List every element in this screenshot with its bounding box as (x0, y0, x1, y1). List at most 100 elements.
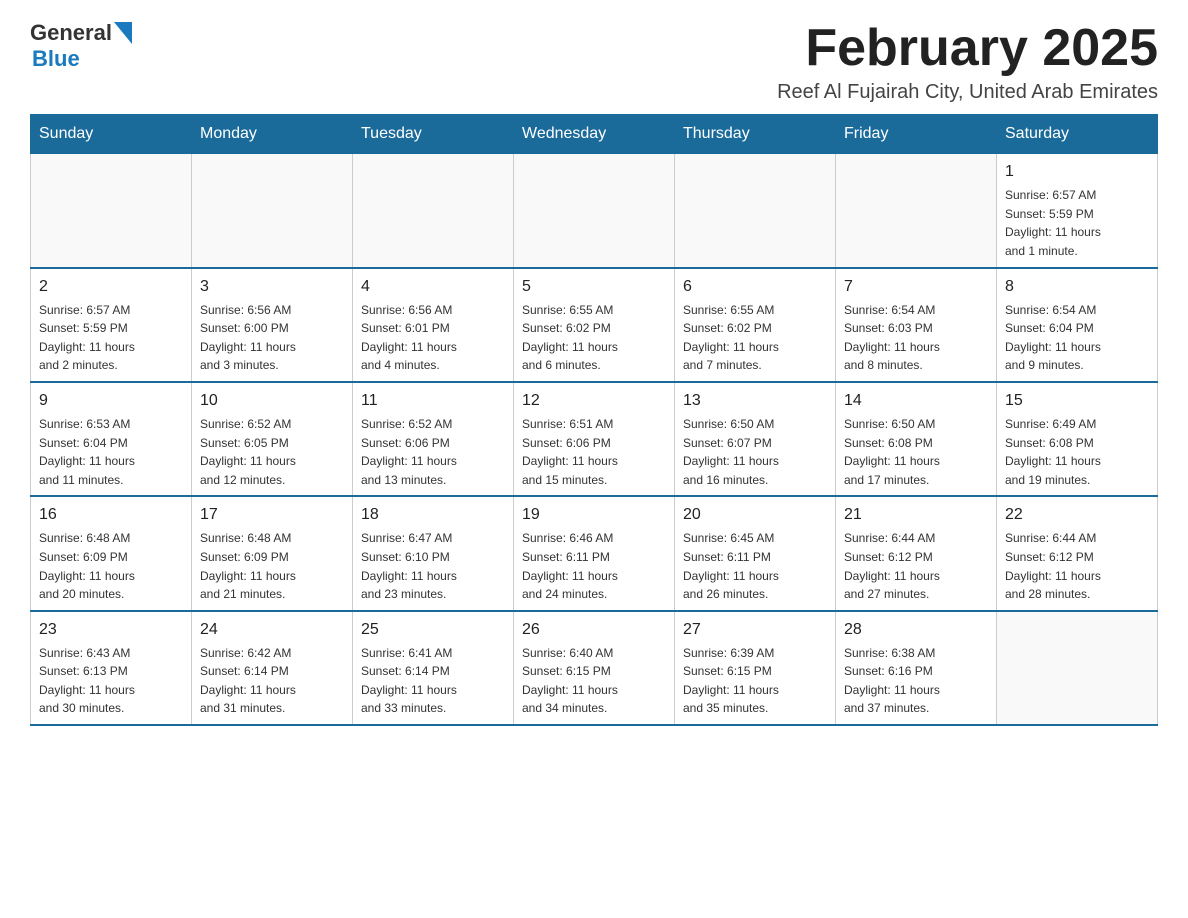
day-info: Sunrise: 6:57 AM Sunset: 5:59 PM Dayligh… (1005, 186, 1149, 260)
calendar-cell (514, 154, 675, 268)
calendar-cell: 13Sunrise: 6:50 AM Sunset: 6:07 PM Dayli… (675, 382, 836, 496)
calendar-cell: 4Sunrise: 6:56 AM Sunset: 6:01 PM Daylig… (353, 268, 514, 382)
calendar-cell: 15Sunrise: 6:49 AM Sunset: 6:08 PM Dayli… (997, 382, 1158, 496)
calendar-cell: 27Sunrise: 6:39 AM Sunset: 6:15 PM Dayli… (675, 611, 836, 725)
calendar-cell: 23Sunrise: 6:43 AM Sunset: 6:13 PM Dayli… (31, 611, 192, 725)
day-number: 21 (844, 503, 988, 527)
weekday-header-row: SundayMondayTuesdayWednesdayThursdayFrid… (31, 115, 1158, 154)
day-info: Sunrise: 6:51 AM Sunset: 6:06 PM Dayligh… (522, 415, 666, 489)
day-number: 15 (1005, 389, 1149, 413)
day-info: Sunrise: 6:43 AM Sunset: 6:13 PM Dayligh… (39, 644, 183, 718)
calendar-cell: 16Sunrise: 6:48 AM Sunset: 6:09 PM Dayli… (31, 496, 192, 610)
calendar-cell: 26Sunrise: 6:40 AM Sunset: 6:15 PM Dayli… (514, 611, 675, 725)
day-info: Sunrise: 6:55 AM Sunset: 6:02 PM Dayligh… (522, 301, 666, 375)
day-number: 14 (844, 389, 988, 413)
calendar-cell: 11Sunrise: 6:52 AM Sunset: 6:06 PM Dayli… (353, 382, 514, 496)
calendar-week-4: 16Sunrise: 6:48 AM Sunset: 6:09 PM Dayli… (31, 496, 1158, 610)
day-number: 7 (844, 275, 988, 299)
day-info: Sunrise: 6:54 AM Sunset: 6:03 PM Dayligh… (844, 301, 988, 375)
day-info: Sunrise: 6:49 AM Sunset: 6:08 PM Dayligh… (1005, 415, 1149, 489)
logo: General Blue (30, 20, 132, 72)
day-info: Sunrise: 6:54 AM Sunset: 6:04 PM Dayligh… (1005, 301, 1149, 375)
calendar-cell: 19Sunrise: 6:46 AM Sunset: 6:11 PM Dayli… (514, 496, 675, 610)
day-number: 2 (39, 275, 183, 299)
day-number: 17 (200, 503, 344, 527)
calendar-cell: 21Sunrise: 6:44 AM Sunset: 6:12 PM Dayli… (836, 496, 997, 610)
day-number: 18 (361, 503, 505, 527)
calendar-cell (192, 154, 353, 268)
calendar-week-1: 1Sunrise: 6:57 AM Sunset: 5:59 PM Daylig… (31, 154, 1158, 268)
calendar-cell: 22Sunrise: 6:44 AM Sunset: 6:12 PM Dayli… (997, 496, 1158, 610)
calendar-week-3: 9Sunrise: 6:53 AM Sunset: 6:04 PM Daylig… (31, 382, 1158, 496)
calendar-cell: 1Sunrise: 6:57 AM Sunset: 5:59 PM Daylig… (997, 154, 1158, 268)
day-number: 11 (361, 389, 505, 413)
calendar-cell (836, 154, 997, 268)
calendar-week-5: 23Sunrise: 6:43 AM Sunset: 6:13 PM Dayli… (31, 611, 1158, 725)
day-number: 24 (200, 618, 344, 642)
day-info: Sunrise: 6:48 AM Sunset: 6:09 PM Dayligh… (39, 529, 183, 603)
calendar-cell: 8Sunrise: 6:54 AM Sunset: 6:04 PM Daylig… (997, 268, 1158, 382)
day-number: 20 (683, 503, 827, 527)
day-info: Sunrise: 6:44 AM Sunset: 6:12 PM Dayligh… (844, 529, 988, 603)
calendar-cell: 3Sunrise: 6:56 AM Sunset: 6:00 PM Daylig… (192, 268, 353, 382)
day-info: Sunrise: 6:53 AM Sunset: 6:04 PM Dayligh… (39, 415, 183, 489)
calendar-cell: 14Sunrise: 6:50 AM Sunset: 6:08 PM Dayli… (836, 382, 997, 496)
calendar-table: SundayMondayTuesdayWednesdayThursdayFrid… (30, 114, 1158, 726)
day-number: 12 (522, 389, 666, 413)
page-title: February 2025 (777, 20, 1158, 77)
day-info: Sunrise: 6:47 AM Sunset: 6:10 PM Dayligh… (361, 529, 505, 603)
calendar-cell: 2Sunrise: 6:57 AM Sunset: 5:59 PM Daylig… (31, 268, 192, 382)
day-info: Sunrise: 6:40 AM Sunset: 6:15 PM Dayligh… (522, 644, 666, 718)
calendar-cell: 28Sunrise: 6:38 AM Sunset: 6:16 PM Dayli… (836, 611, 997, 725)
day-info: Sunrise: 6:57 AM Sunset: 5:59 PM Dayligh… (39, 301, 183, 375)
calendar-cell: 25Sunrise: 6:41 AM Sunset: 6:14 PM Dayli… (353, 611, 514, 725)
calendar-cell: 7Sunrise: 6:54 AM Sunset: 6:03 PM Daylig… (836, 268, 997, 382)
weekday-header-sunday: Sunday (31, 115, 192, 154)
day-info: Sunrise: 6:50 AM Sunset: 6:07 PM Dayligh… (683, 415, 827, 489)
day-info: Sunrise: 6:56 AM Sunset: 6:01 PM Dayligh… (361, 301, 505, 375)
day-number: 13 (683, 389, 827, 413)
calendar-week-2: 2Sunrise: 6:57 AM Sunset: 5:59 PM Daylig… (31, 268, 1158, 382)
calendar-cell: 17Sunrise: 6:48 AM Sunset: 6:09 PM Dayli… (192, 496, 353, 610)
day-number: 27 (683, 618, 827, 642)
day-info: Sunrise: 6:44 AM Sunset: 6:12 PM Dayligh… (1005, 529, 1149, 603)
calendar-cell: 20Sunrise: 6:45 AM Sunset: 6:11 PM Dayli… (675, 496, 836, 610)
calendar-cell: 24Sunrise: 6:42 AM Sunset: 6:14 PM Dayli… (192, 611, 353, 725)
weekday-header-thursday: Thursday (675, 115, 836, 154)
day-number: 10 (200, 389, 344, 413)
day-info: Sunrise: 6:41 AM Sunset: 6:14 PM Dayligh… (361, 644, 505, 718)
calendar-cell (353, 154, 514, 268)
weekday-header-friday: Friday (836, 115, 997, 154)
weekday-header-wednesday: Wednesday (514, 115, 675, 154)
calendar-cell (997, 611, 1158, 725)
day-number: 5 (522, 275, 666, 299)
calendar-cell: 12Sunrise: 6:51 AM Sunset: 6:06 PM Dayli… (514, 382, 675, 496)
day-number: 3 (200, 275, 344, 299)
logo-triangle-icon (114, 22, 132, 44)
calendar-cell: 5Sunrise: 6:55 AM Sunset: 6:02 PM Daylig… (514, 268, 675, 382)
day-number: 1 (1005, 160, 1149, 184)
day-info: Sunrise: 6:39 AM Sunset: 6:15 PM Dayligh… (683, 644, 827, 718)
day-info: Sunrise: 6:55 AM Sunset: 6:02 PM Dayligh… (683, 301, 827, 375)
day-number: 23 (39, 618, 183, 642)
day-info: Sunrise: 6:48 AM Sunset: 6:09 PM Dayligh… (200, 529, 344, 603)
day-number: 25 (361, 618, 505, 642)
logo-general-text: General (30, 20, 112, 46)
day-number: 19 (522, 503, 666, 527)
page-subtitle: Reef Al Fujairah City, United Arab Emira… (777, 81, 1158, 104)
day-info: Sunrise: 6:52 AM Sunset: 6:05 PM Dayligh… (200, 415, 344, 489)
day-number: 16 (39, 503, 183, 527)
day-number: 4 (361, 275, 505, 299)
day-info: Sunrise: 6:45 AM Sunset: 6:11 PM Dayligh… (683, 529, 827, 603)
day-info: Sunrise: 6:50 AM Sunset: 6:08 PM Dayligh… (844, 415, 988, 489)
day-number: 8 (1005, 275, 1149, 299)
day-number: 26 (522, 618, 666, 642)
calendar-cell: 18Sunrise: 6:47 AM Sunset: 6:10 PM Dayli… (353, 496, 514, 610)
calendar-body: 1Sunrise: 6:57 AM Sunset: 5:59 PM Daylig… (31, 154, 1158, 725)
title-block: February 2025 Reef Al Fujairah City, Uni… (777, 20, 1158, 104)
calendar-cell: 9Sunrise: 6:53 AM Sunset: 6:04 PM Daylig… (31, 382, 192, 496)
weekday-header-saturday: Saturday (997, 115, 1158, 154)
day-number: 6 (683, 275, 827, 299)
day-info: Sunrise: 6:52 AM Sunset: 6:06 PM Dayligh… (361, 415, 505, 489)
day-info: Sunrise: 6:38 AM Sunset: 6:16 PM Dayligh… (844, 644, 988, 718)
